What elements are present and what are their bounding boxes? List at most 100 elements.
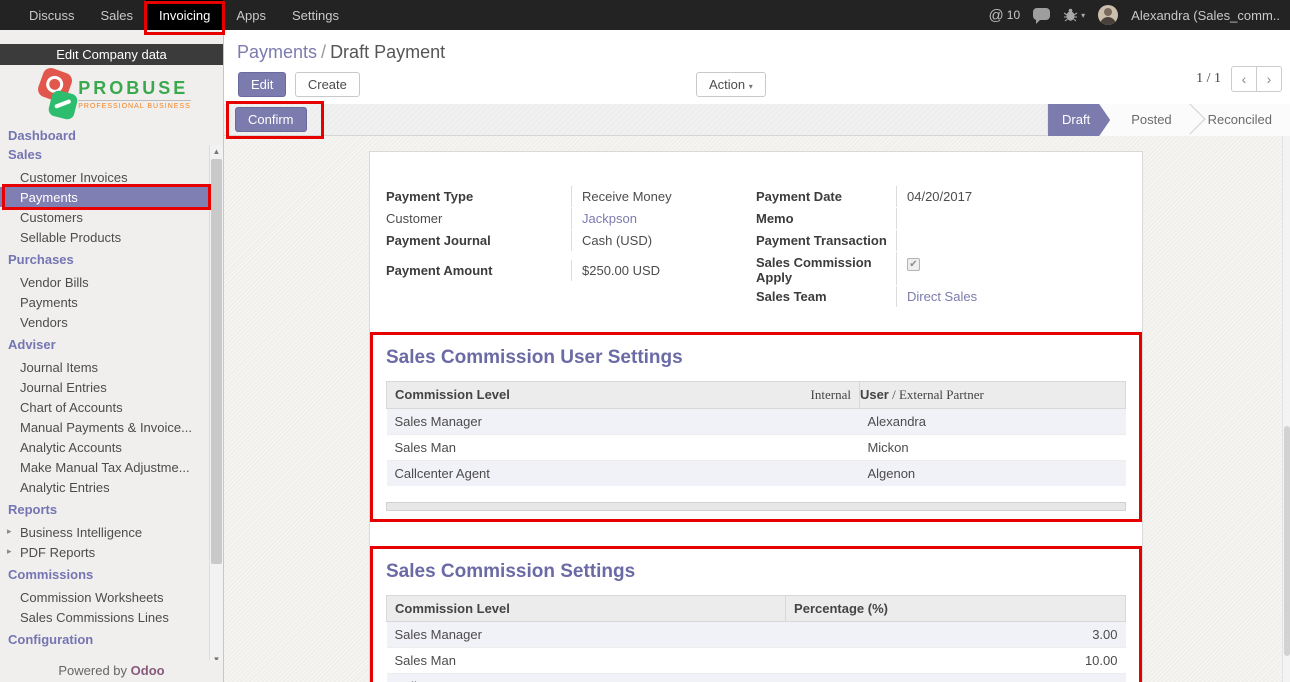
table-row[interactable]: Sales Man Mickon — [387, 435, 1126, 461]
logo-subtitle: PROFESSIONAL BUSINESS — [78, 100, 191, 110]
header-text: User — [860, 387, 889, 402]
sidebar-item-customers[interactable]: Customers — [0, 207, 209, 227]
chat-bubble-icon[interactable] — [1033, 8, 1050, 20]
sidebar-heading-sales: Sales — [0, 142, 209, 167]
debug-menu[interactable]: ▾ — [1063, 8, 1085, 22]
column-header-commission-level[interactable]: Commission Level Internal — [387, 382, 860, 409]
sidebar-item-sellable-products[interactable]: Sellable Products — [0, 227, 209, 247]
sidebar: Edit Company data PROBUSE PROFESSIONAL B… — [0, 30, 224, 682]
commission-settings-table: Commission Level Percentage (%) Sales Ma… — [386, 595, 1126, 682]
sales-commission-apply-checkbox[interactable]: ✔ — [907, 258, 920, 271]
create-button[interactable]: Create — [295, 72, 360, 97]
sidebar-item-journal-entries[interactable]: Journal Entries — [0, 377, 209, 397]
header-text: Commission Level — [395, 387, 510, 402]
scroll-up-icon[interactable]: ▲ — [210, 145, 223, 158]
commission-settings-title: Sales Commission Settings — [386, 561, 1126, 583]
form-sheet: Payment Type Receive Money Customer Jack… — [369, 151, 1143, 682]
sidebar-item-commission-worksheets[interactable]: Commission Worksheets — [0, 587, 209, 607]
form-column-right: Payment Date 04/20/2017 Memo Payment Tra… — [756, 186, 1126, 308]
sidebar-heading-reports: Reports — [0, 497, 209, 522]
field-memo: Memo — [756, 208, 1126, 229]
list-horizontal-scrollbar[interactable] — [386, 502, 1126, 511]
customer-link[interactable]: Jackpson — [582, 211, 637, 226]
table-row[interactable]: Sales Manager 3.00 — [387, 622, 1126, 648]
sidebar-heading-purchases: Purchases — [0, 247, 209, 272]
table-header-row: Commission Level Internal User / Externa… — [387, 382, 1126, 409]
scrollbar-thumb[interactable] — [1284, 426, 1290, 656]
sidebar-item-vendors[interactable]: Vendors — [0, 312, 209, 332]
nav-item-sales[interactable]: Sales — [88, 0, 147, 30]
sidebar-heading-adviser: Adviser — [0, 332, 209, 357]
field-value: 04/20/2017 — [896, 186, 1126, 207]
sidebar-scrollbar[interactable]: ▲ ▼ — [209, 145, 223, 666]
nav-item-settings[interactable]: Settings — [279, 0, 352, 30]
sidebar-item-vendor-bills[interactable]: Vendor Bills — [0, 272, 209, 292]
chevron-down-icon: ▾ — [749, 82, 753, 91]
sidebar-item-analytic-entries[interactable]: Analytic Entries — [0, 477, 209, 497]
sidebar-item-customer-invoices[interactable]: Customer Invoices — [0, 167, 209, 187]
confirm-button[interactable]: Confirm — [235, 107, 307, 132]
field-value: $250.00 USD — [571, 260, 746, 281]
edit-button[interactable]: Edit — [238, 72, 286, 97]
breadcrumb-separator: / — [317, 42, 330, 62]
sidebar-item-payments[interactable]: Payments — [0, 187, 209, 207]
sidebar-item-tax-adjustments[interactable]: Make Manual Tax Adjustme... — [0, 457, 209, 477]
status-step-draft[interactable]: Draft — [1048, 104, 1110, 136]
breadcrumb-current: Draft Payment — [330, 42, 445, 62]
nav-item-invoicing[interactable]: Invoicing — [146, 0, 223, 30]
main-content: Payments/Draft Payment Edit Create Actio… — [224, 30, 1290, 682]
odoo-brand-link[interactable]: Odoo — [131, 663, 165, 678]
mentions-counter[interactable]: @ 10 — [989, 7, 1021, 24]
sidebar-item-chart-of-accounts[interactable]: Chart of Accounts — [0, 397, 209, 417]
company-logo[interactable]: PROBUSE PROFESSIONAL BUSINESS — [0, 65, 223, 121]
sidebar-item-journal-items[interactable]: Journal Items — [0, 357, 209, 377]
sidebar-item-label: PDF Reports — [20, 545, 95, 560]
pager-next-button[interactable]: › — [1256, 66, 1282, 92]
header-text: / External Partner — [889, 387, 984, 402]
logo-title: PROBUSE — [78, 79, 191, 97]
form-view-area: Payment Type Receive Money Customer Jack… — [224, 136, 1290, 682]
sidebar-item-sales-commissions-lines[interactable]: Sales Commissions Lines — [0, 607, 209, 627]
payment-form: Payment Type Receive Money Customer Jack… — [386, 186, 1126, 308]
user-settings-title: Sales Commission User Settings — [386, 347, 1126, 369]
field-label: Payment Journal — [386, 230, 571, 251]
sidebar-item-vendor-payments[interactable]: Payments — [0, 292, 209, 312]
breadcrumb-payments-link[interactable]: Payments — [237, 42, 317, 62]
field-sales-team: Sales Team Direct Sales — [756, 286, 1126, 307]
pager-previous-button[interactable]: ‹ — [1231, 66, 1257, 92]
cell-commission-level: Callcenter Agent — [387, 461, 860, 487]
sidebar-item-analytic-accounts[interactable]: Analytic Accounts — [0, 437, 209, 457]
column-header-percentage[interactable]: Percentage (%) — [786, 596, 1126, 622]
field-label: Payment Type — [386, 186, 571, 207]
user-menu[interactable]: Alexandra (Sales_comm.. — [1131, 8, 1280, 23]
scrollbar-thumb[interactable] — [211, 159, 222, 564]
expand-caret-icon[interactable]: ▸ — [7, 546, 12, 557]
sales-team-link[interactable]: Direct Sales — [907, 289, 977, 304]
control-panel: Payments/Draft Payment Edit Create Actio… — [224, 30, 1290, 104]
column-header-user-partner[interactable]: User / External Partner — [859, 382, 1125, 409]
table-header-row: Commission Level Percentage (%) — [387, 596, 1126, 622]
sidebar-item-pdf-reports[interactable]: ▸ PDF Reports — [0, 542, 209, 562]
main-menu: Discuss Sales Invoicing Apps Settings — [0, 0, 352, 30]
sidebar-item-manual-payments[interactable]: Manual Payments & Invoice... — [0, 417, 209, 437]
sidebar-item-business-intelligence[interactable]: ▸Business Intelligence — [0, 522, 209, 542]
status-step-reconciled[interactable]: Reconciled — [1190, 104, 1290, 136]
column-header-commission-level[interactable]: Commission Level — [387, 596, 786, 622]
user-avatar[interactable] — [1098, 5, 1118, 25]
field-label: Memo — [756, 208, 896, 229]
nav-item-discuss[interactable]: Discuss — [16, 0, 88, 30]
bug-icon — [1063, 8, 1078, 22]
nav-item-apps[interactable]: Apps — [223, 0, 279, 30]
field-payment-type: Payment Type Receive Money — [386, 186, 746, 207]
table-row[interactable]: Callcenter Agent 7.00 — [387, 674, 1126, 682]
expand-caret-icon[interactable]: ▸ — [7, 526, 12, 537]
field-label: Payment Transaction — [756, 230, 896, 251]
page-scrollbar[interactable] — [1282, 136, 1290, 682]
footer-prefix: Powered by — [58, 663, 130, 678]
chevron-down-icon: ▾ — [1081, 11, 1085, 20]
table-row[interactable]: Sales Man 10.00 — [387, 648, 1126, 674]
table-row[interactable]: Sales Manager Alexandra — [387, 409, 1126, 435]
action-dropdown-button[interactable]: Action ▾ — [696, 72, 766, 97]
table-row[interactable]: Callcenter Agent Algenon — [387, 461, 1126, 487]
cell-commission-level: Sales Manager — [387, 409, 860, 435]
